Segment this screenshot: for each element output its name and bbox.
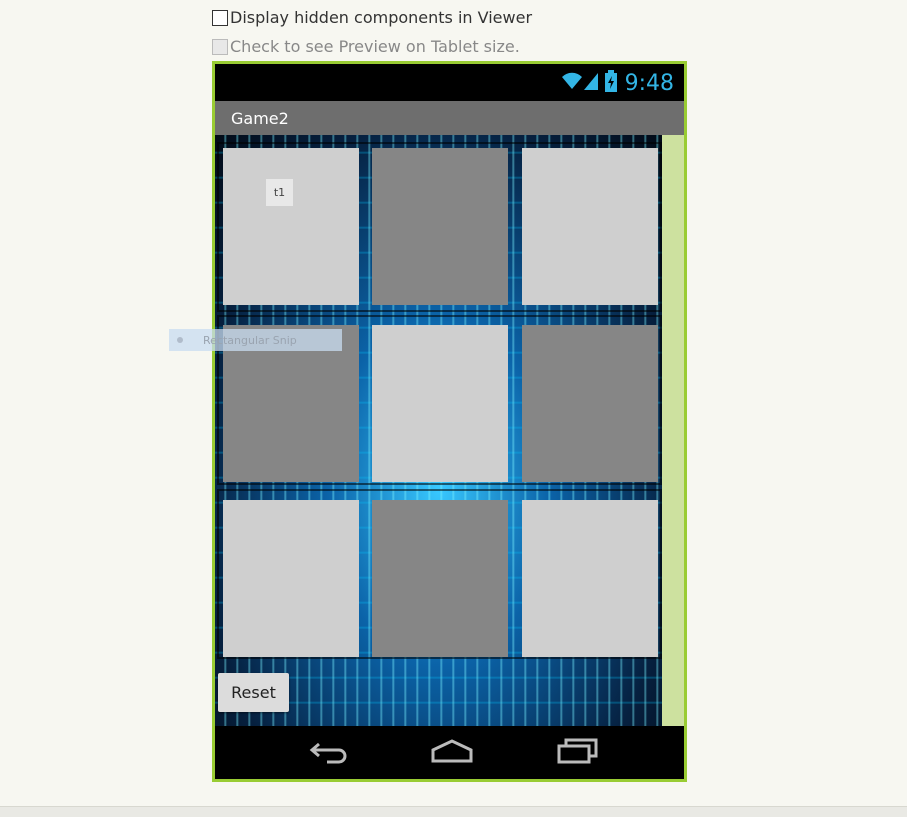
rectangular-snip-tooltip: Rectangular Snip [169,329,342,351]
wifi-icon [561,71,583,95]
tile-3[interactable] [522,148,658,305]
tablet-preview-option: Check to see Preview on Tablet size. [212,37,520,56]
tile-5[interactable] [372,325,508,482]
tablet-preview-checkbox [212,38,228,55]
grid-row-1: t1 [217,142,662,312]
tablet-preview-label: Check to see Preview on Tablet size. [230,37,520,56]
background-image: t1 Reset [215,135,662,726]
tile-9[interactable] [522,500,658,657]
grid-row-3 [217,489,662,659]
tile-8[interactable] [372,500,508,657]
display-hidden-option[interactable]: Display hidden components in Viewer [212,8,532,27]
app-title-bar: Game2 [215,101,684,135]
back-icon[interactable] [309,738,349,768]
tile-1[interactable]: t1 [223,148,359,305]
snip-label: Rectangular Snip [203,333,297,347]
navigation-bar [215,726,684,779]
display-hidden-checkbox[interactable] [212,9,228,26]
bottom-scrollbar[interactable] [0,806,907,817]
reset-button[interactable]: Reset [218,673,289,712]
tile-label-t1[interactable]: t1 [266,179,293,206]
signal-icon [583,71,599,95]
app-title: Game2 [231,108,289,128]
screen-content: t1 Reset [215,135,684,726]
snip-dot-icon [177,337,183,343]
recent-apps-icon[interactable] [556,738,600,768]
tile-6[interactable] [522,325,658,482]
display-hidden-label: Display hidden components in Viewer [230,8,533,27]
tile-2[interactable] [372,148,508,305]
tile-7[interactable] [223,500,359,657]
home-icon[interactable] [430,738,474,768]
status-time: 9:48 [624,70,674,96]
status-bar: 9:48 [215,64,684,101]
battery-icon [604,70,617,96]
phone-viewer: 9:48 Game2 t1 Reset [212,61,687,782]
